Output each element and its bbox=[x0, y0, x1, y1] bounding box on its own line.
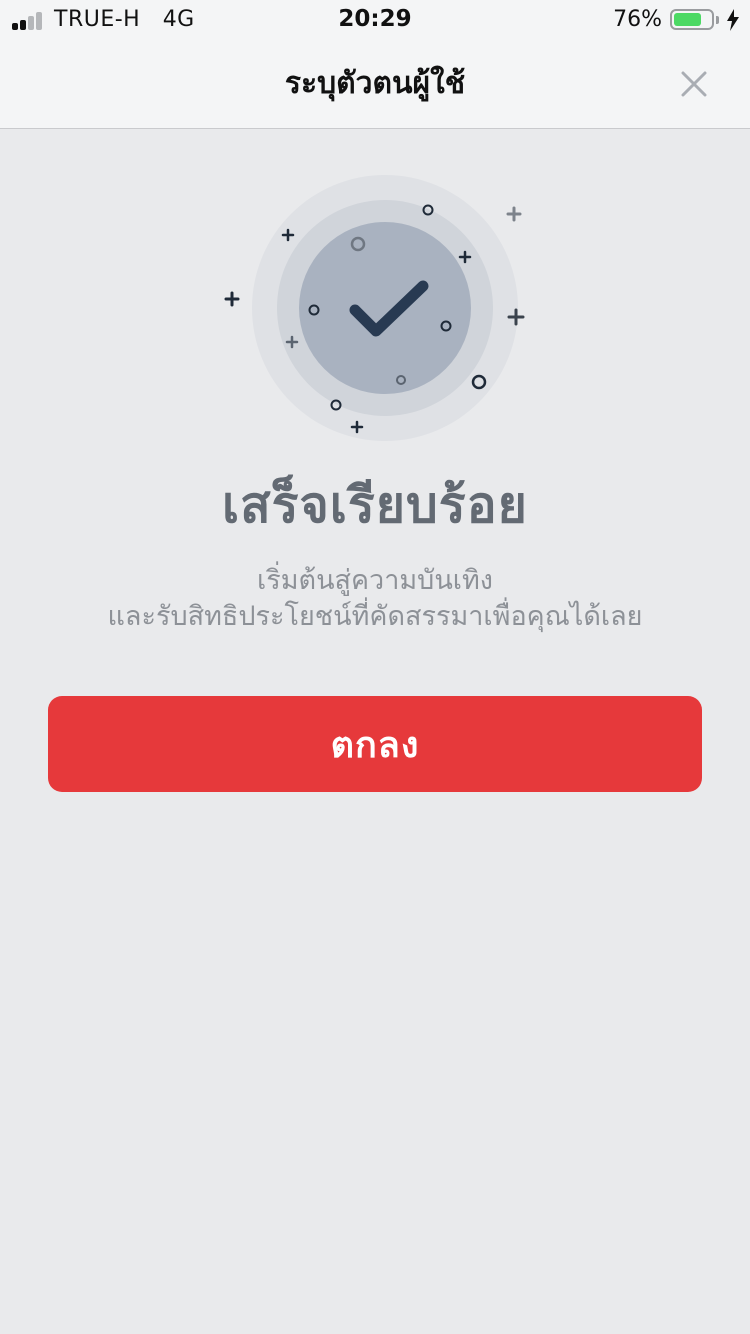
charging-bolt-icon bbox=[727, 9, 739, 31]
page-title: ระบุตัวตนผู้ใช้ bbox=[284, 66, 466, 101]
battery-percent: 76% bbox=[613, 7, 662, 32]
success-title: เสร็จเรียบร้อย bbox=[222, 476, 528, 534]
battery-level-fill bbox=[674, 13, 701, 26]
inner-circle bbox=[299, 222, 471, 394]
success-illustration bbox=[224, 175, 525, 441]
success-subtitle-line2: และรับสิทธิประโยชน์ที่คัดสรรมาเพื่อคุณได… bbox=[107, 601, 643, 632]
battery-cap bbox=[716, 16, 719, 24]
close-button[interactable] bbox=[672, 62, 716, 106]
ok-button[interactable]: ตกลง bbox=[48, 696, 702, 792]
nav-bar: ระบุตัวตนผู้ใช้ bbox=[0, 40, 750, 129]
status-bar: TRUE-H 4G 20:29 76% bbox=[0, 0, 750, 40]
close-icon[interactable] bbox=[681, 71, 707, 97]
battery-icon bbox=[670, 9, 714, 30]
